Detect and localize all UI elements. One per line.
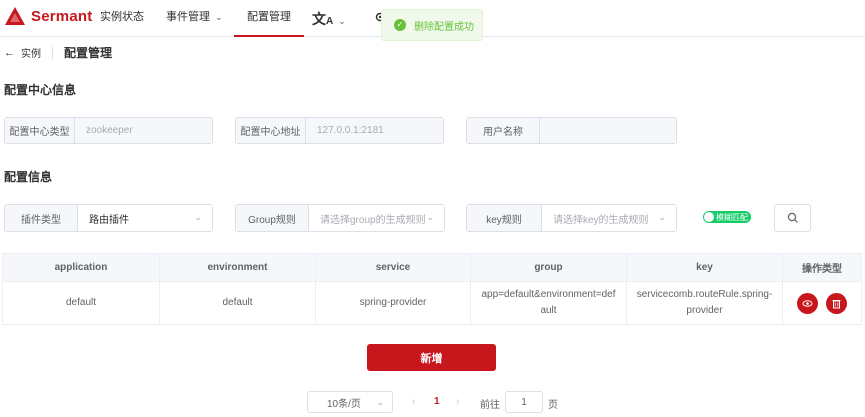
toast-message: 删除配置成功 (414, 21, 474, 33)
cell-application: default (2, 281, 160, 325)
nav-label: 实例状态 (100, 11, 144, 23)
field-label: key规则 (467, 205, 542, 231)
switch-knob (704, 212, 714, 222)
config-table: application environment service group ke… (2, 253, 862, 325)
select-placeholder: 请选择group的生成规则 (320, 214, 426, 226)
config-center-type-field: 配置中心类型 zookeeper (4, 117, 213, 144)
page-size-select[interactable]: 10条/页 ⌄ (307, 391, 393, 413)
back-link[interactable]: 实例 (21, 45, 41, 60)
cell-actions (782, 281, 862, 325)
key-rule-dropdown[interactable]: 请选择key的生成规则 ⌄ (542, 205, 676, 231)
field-label: 插件类型 (5, 205, 78, 231)
column-header-actions: 操作类型 (782, 253, 862, 282)
column-header-environment[interactable]: environment (159, 253, 316, 282)
nav-label: 事件管理 (166, 11, 210, 23)
username-input[interactable] (540, 118, 676, 143)
brand-logo[interactable]: Sermant (4, 6, 92, 26)
chevron-down-icon: ⌄ (376, 397, 384, 407)
cell-key: servicecomb.routeRule.spring-provider (626, 281, 783, 325)
breadcrumb-divider (52, 46, 53, 59)
config-center-type-input[interactable]: zookeeper (75, 118, 212, 143)
view-button[interactable] (796, 292, 818, 314)
fuzzy-match-switch[interactable]: 模糊匹配 (703, 211, 751, 223)
page-title: 配置管理 (64, 46, 113, 60)
key-rule-select: key规则 请选择key的生成规则 ⌄ (466, 204, 677, 232)
cell-service: spring-provider (315, 281, 471, 325)
goto-page-input[interactable]: 1 (505, 391, 543, 413)
search-button[interactable] (774, 204, 811, 232)
search-icon (787, 212, 798, 223)
section-title-config-info: 配置信息 (4, 170, 53, 184)
field-label: 配置中心类型 (5, 118, 75, 143)
column-header-application[interactable]: application (2, 253, 160, 282)
page-size-value: 10条/页 (327, 398, 361, 410)
cell-environment: default (159, 281, 316, 325)
nav-instance-status[interactable]: 实例状态 (100, 0, 144, 37)
page-suffix: 页 (548, 400, 558, 411)
field-label: 用户名称 (467, 118, 540, 143)
column-header-group[interactable]: group (470, 253, 627, 282)
prev-page-icon[interactable]: ‹ (412, 396, 415, 407)
table-header-row: application environment service group ke… (2, 253, 862, 282)
plugin-type-select: 插件类型 路由插件 ⌄ (4, 204, 213, 232)
group-rule-select: Group规则 请选择group的生成规则 ⌄ (235, 204, 445, 232)
select-placeholder: 请选择key的生成规则 (553, 214, 649, 226)
username-field: 用户名称 (466, 117, 677, 144)
switch-label: 模糊匹配 (716, 212, 748, 222)
success-toast: ✓ 删除配置成功 (381, 9, 483, 41)
nav-label: 配置管理 (247, 11, 291, 23)
section-title-config-center: 配置中心信息 (4, 83, 77, 97)
goto-label: 前往 (480, 400, 500, 411)
config-center-address-field: 配置中心地址 127.0.0.1:2181 (235, 117, 444, 144)
cell-group: app=default&environment=default (470, 281, 627, 325)
translate-icon[interactable]: 文A ⌄ (312, 9, 346, 29)
check-circle-icon: ✓ (394, 19, 406, 31)
delete-button[interactable] (826, 292, 848, 314)
select-value: 路由插件 (89, 214, 129, 226)
config-center-address-input[interactable]: 127.0.0.1:2181 (306, 118, 443, 143)
sermant-logo-icon (5, 7, 25, 25)
add-config-button[interactable]: 新增 (367, 344, 496, 371)
chevron-down-icon: ⌄ (426, 212, 434, 222)
field-label: Group规则 (236, 205, 309, 231)
table-row: default default spring-provider app=defa… (2, 281, 862, 325)
eye-icon (802, 299, 813, 307)
chevron-down-icon: ⌄ (215, 12, 223, 22)
chevron-down-icon: ⌄ (338, 16, 346, 26)
next-page-icon[interactable]: › (456, 396, 459, 407)
brand-name: Sermant (31, 7, 93, 25)
trash-icon (832, 299, 841, 308)
nav-event-management[interactable]: 事件管理 ⌄ (166, 0, 223, 37)
chevron-down-icon: ⌄ (194, 212, 202, 222)
group-rule-dropdown[interactable]: 请选择group的生成规则 ⌄ (309, 205, 444, 231)
chevron-down-icon: ⌄ (658, 212, 666, 222)
breadcrumb: ← 实例 配置管理 (4, 44, 112, 61)
column-header-service[interactable]: service (315, 253, 471, 282)
column-header-key[interactable]: key (626, 253, 783, 282)
nav-config-management[interactable]: 配置管理 (234, 0, 304, 37)
plugin-type-dropdown[interactable]: 路由插件 ⌄ (78, 205, 212, 231)
field-label: 配置中心地址 (236, 118, 306, 143)
back-arrow-icon[interactable]: ← (4, 47, 15, 59)
current-page[interactable]: 1 (434, 396, 440, 407)
